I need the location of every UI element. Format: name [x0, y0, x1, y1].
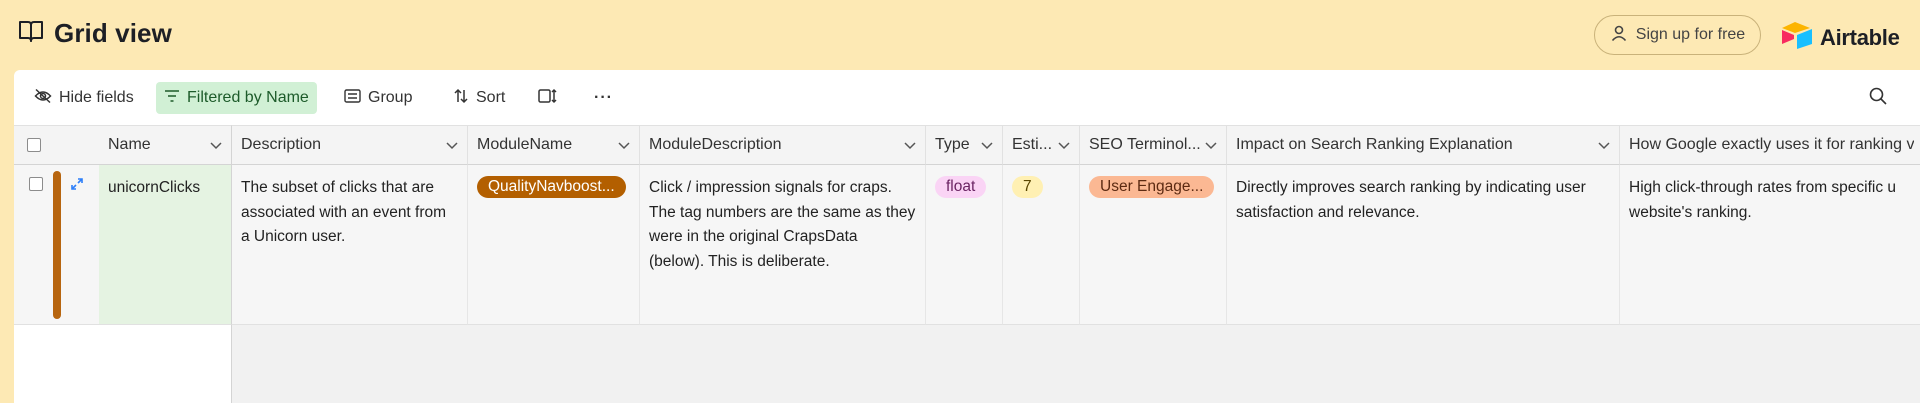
brand-name: Airtable	[1820, 24, 1900, 50]
app-header: Grid view Sign up for free Airtable	[0, 0, 1920, 70]
airtable-logo-icon	[1780, 20, 1814, 55]
user-icon	[1610, 24, 1628, 47]
chevron-down-icon[interactable]	[1204, 138, 1218, 157]
filter-button[interactable]: Filtered by Name	[156, 82, 317, 114]
table-cell-description[interactable]: The subset of clicks that are associated…	[232, 165, 468, 325]
column-header-label: Name	[108, 136, 151, 153]
row-height-icon	[538, 88, 558, 109]
hide-fields-label: Hide fields	[59, 89, 134, 106]
hide-fields-button[interactable]: Hide fields	[26, 82, 142, 114]
table-cell-google-usage[interactable]: High click-through rates from specific u…	[1620, 165, 1920, 325]
cell-text: Directly improves search ranking by indi…	[1236, 179, 1586, 221]
column-header-label: How Google exactly uses it for ranking v	[1629, 136, 1915, 153]
group-label: Group	[368, 89, 413, 106]
select-all-header	[14, 125, 99, 165]
grid-card: Hide fields Filtered by Name Group Sort …	[14, 70, 1920, 403]
column-header-label: ModuleDescription	[649, 136, 782, 153]
column-header-label: Description	[241, 136, 322, 153]
chevron-down-icon[interactable]	[209, 138, 223, 157]
column-header-description[interactable]: Description	[232, 125, 468, 165]
empty-grid-area-right	[232, 325, 1920, 403]
chevron-down-icon[interactable]	[1057, 138, 1071, 157]
module-name-tag: QualityNavboost...	[477, 176, 626, 198]
column-header-google-usage[interactable]: How Google exactly uses it for ranking v	[1620, 125, 1920, 165]
search-icon	[1868, 86, 1888, 111]
type-tag: float	[935, 176, 987, 198]
sort-button[interactable]: Sort	[445, 82, 513, 114]
chevron-down-icon[interactable]	[1597, 138, 1611, 157]
sign-up-button[interactable]: Sign up for free	[1594, 15, 1761, 55]
filter-label: Filtered by Name	[187, 89, 309, 106]
view-toolbar: Hide fields Filtered by Name Group Sort …	[14, 70, 1920, 125]
chevron-down-icon[interactable]	[617, 138, 631, 157]
filter-icon	[164, 89, 180, 108]
table-cell-name[interactable]: unicornClicks	[99, 165, 232, 325]
row-color-bar	[53, 171, 61, 319]
table-cell-module-name[interactable]: QualityNavboost...	[468, 165, 640, 325]
cell-text: The subset of clicks that are associated…	[241, 179, 447, 245]
sign-up-label: Sign up for free	[1635, 26, 1746, 43]
cell-text: unicornClicks	[108, 179, 201, 196]
group-icon	[344, 88, 361, 108]
airtable-logo[interactable]: Airtable	[1780, 20, 1900, 55]
group-button[interactable]: Group	[336, 82, 420, 114]
row-height-button[interactable]	[530, 82, 566, 114]
select-all-checkbox[interactable]	[27, 138, 41, 152]
sort-icon	[453, 88, 469, 109]
eye-slash-icon	[34, 88, 52, 109]
chevron-down-icon[interactable]	[903, 138, 917, 157]
sort-label: Sort	[476, 89, 506, 106]
view-title-group: Grid view	[18, 18, 172, 49]
table-cell-seo-terminology[interactable]: User Engage...	[1080, 165, 1227, 325]
chevron-down-icon[interactable]	[445, 138, 459, 157]
expand-icon[interactable]	[68, 175, 86, 193]
empty-grid-area-left	[14, 325, 232, 403]
column-header-label: Impact on Search Ranking Explanation	[1236, 136, 1513, 153]
column-header-module-description[interactable]: ModuleDescription	[640, 125, 926, 165]
column-header-name[interactable]: Name	[99, 125, 232, 165]
seo-terminology-tag: User Engage...	[1089, 176, 1215, 198]
more-options-button[interactable]: ···	[586, 82, 621, 114]
column-header-label: Esti...	[1012, 136, 1053, 153]
estimate-tag: 7	[1012, 176, 1043, 198]
page-title: Grid view	[54, 18, 172, 48]
column-header-label: Type	[935, 136, 970, 153]
book-icon	[18, 19, 44, 48]
chevron-down-icon[interactable]	[980, 138, 994, 157]
table-cell-estimate[interactable]: 7	[1003, 165, 1080, 325]
column-header-module-name[interactable]: ModuleName	[468, 125, 640, 165]
records-grid: Name Description ModuleName ModuleDescri…	[14, 125, 1920, 403]
search-button[interactable]	[1864, 84, 1892, 112]
column-header-estimate[interactable]: Esti...	[1003, 125, 1080, 165]
row-checkbox[interactable]	[29, 177, 43, 191]
table-cell-module-description[interactable]: Click / impression signals for craps. Th…	[640, 165, 926, 325]
column-header-impact[interactable]: Impact on Search Ranking Explanation	[1227, 125, 1620, 165]
column-header-seo-terminology[interactable]: SEO Terminol...	[1080, 125, 1227, 165]
column-header-label: SEO Terminol...	[1089, 136, 1201, 153]
cell-text: Click / impression signals for craps. Th…	[649, 179, 916, 270]
column-header-type[interactable]: Type	[926, 125, 1003, 165]
column-header-label: ModuleName	[477, 136, 573, 153]
cell-text: High click-through rates from specific u…	[1629, 179, 1897, 221]
table-cell-impact[interactable]: Directly improves search ranking by indi…	[1227, 165, 1620, 325]
table-cell-type[interactable]: float	[926, 165, 1003, 325]
row-controls	[14, 165, 99, 325]
